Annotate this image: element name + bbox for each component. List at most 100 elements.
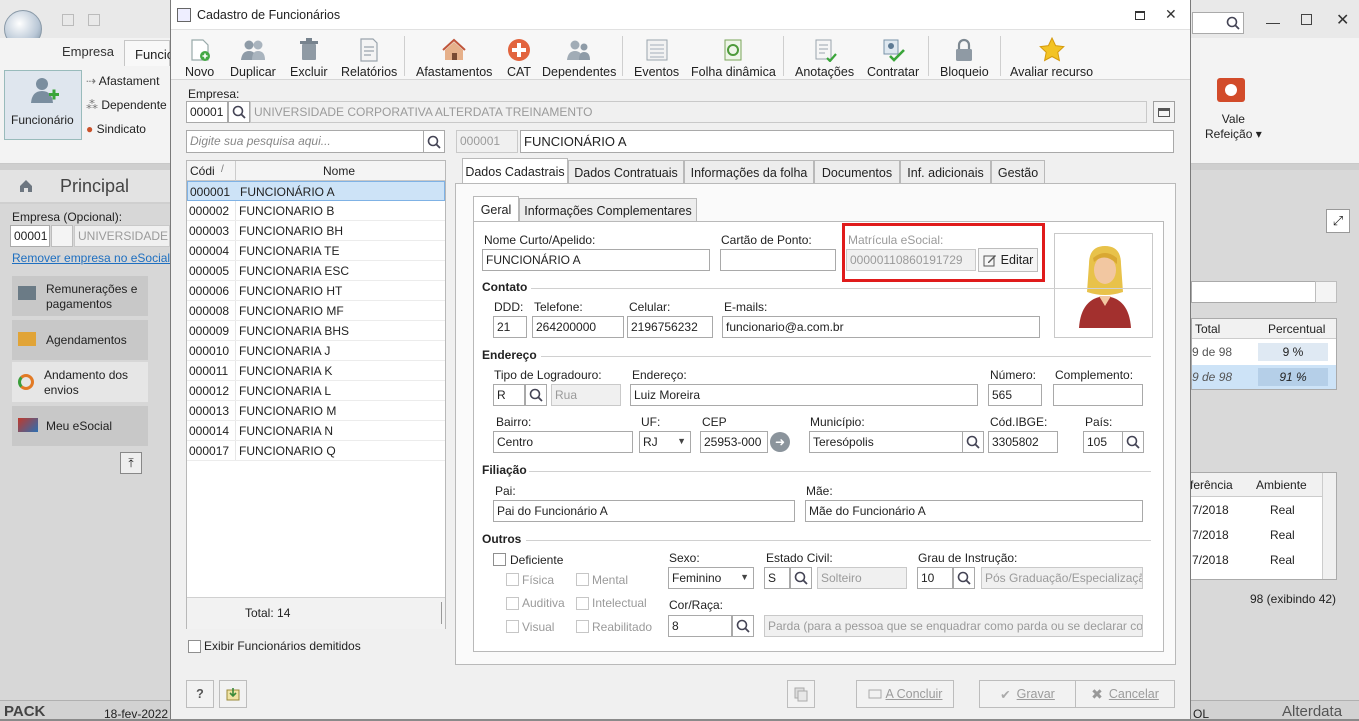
pais-input[interactable]: 105	[1083, 431, 1123, 453]
estado-civil-search-button[interactable]	[790, 567, 812, 589]
ribbon-item-sindicato[interactable]: ● Sindicato	[86, 122, 146, 136]
table-row[interactable]: 000004 FUNCIONARIA TE	[187, 241, 445, 261]
table-row[interactable]: 000013 FUNCIONARIO M	[187, 401, 445, 421]
afastamentos-button[interactable]: Afastamentos	[416, 33, 492, 79]
cor-raca-input[interactable]: 8	[668, 615, 732, 637]
table-row[interactable]: 000002 FUNCIONARIO B	[187, 201, 445, 221]
fisica-checkbox[interactable]	[506, 573, 519, 586]
contratar-button[interactable]: Contratar	[867, 33, 919, 79]
upload-icon[interactable]: ⤒	[120, 452, 142, 474]
close-icon[interactable]: ✕	[1165, 6, 1177, 23]
duplicar-button[interactable]: Duplicar	[230, 33, 276, 79]
sexo-select[interactable]: Feminino ▼	[668, 567, 754, 589]
photo-frame[interactable]	[1054, 233, 1153, 338]
visual-checkbox[interactable]	[506, 620, 519, 633]
excluir-button[interactable]: Excluir	[290, 33, 328, 79]
tab-documentos[interactable]: Documentos	[814, 160, 900, 184]
side-menu-meu-esocial[interactable]: Meu eSocial	[12, 406, 148, 446]
tab-informacoes-folha[interactable]: Informações da folha	[684, 160, 814, 184]
calendar-icon[interactable]	[1153, 101, 1175, 123]
municipio-search-button[interactable]	[962, 431, 984, 453]
remove-empresa-link[interactable]: Remover empresa no eSocial	[12, 251, 170, 265]
cor-raca-search-button[interactable]	[732, 615, 754, 637]
side-menu-andamento[interactable]: Andamento dos envios	[12, 362, 148, 402]
ribbon-item-dependentes[interactable]: ⁂ Dependente	[86, 98, 167, 112]
employee-search-button[interactable]	[423, 130, 445, 153]
pai-input[interactable]: Pai do Funcionário A	[493, 500, 795, 522]
table-row[interactable]: 000017 FUNCIONARIO Q	[187, 441, 445, 461]
empresa-search-button[interactable]	[228, 101, 250, 123]
nome-input[interactable]: FUNCIONÁRIO A	[482, 249, 710, 271]
bg-empresa-code[interactable]: 00001	[10, 225, 50, 247]
export-button[interactable]	[219, 680, 247, 708]
grau-input[interactable]: 10	[917, 567, 953, 589]
tab-gestao[interactable]: Gestão	[991, 160, 1045, 184]
restore-icon[interactable]	[1301, 14, 1312, 25]
cartao-input[interactable]	[720, 249, 836, 271]
pais-search-button[interactable]	[1122, 431, 1144, 453]
close-app-icon[interactable]: ✕	[1336, 10, 1349, 30]
table-row[interactable]: 000006 FUNCIONARIO HT	[187, 281, 445, 301]
cep-input[interactable]: 25953-000	[700, 431, 768, 453]
tab-dados-cadastrais[interactable]: Dados Cadastrais	[462, 158, 568, 184]
folha-dinamica-button[interactable]: Folha dinâmica	[691, 33, 776, 79]
uf-select[interactable]: RJ ▼	[639, 431, 691, 453]
telefone-input[interactable]: 264200000	[532, 316, 624, 338]
table-row[interactable]: 000008 FUNCIONARIO MF	[187, 301, 445, 321]
ribbon-tab-empresa[interactable]: Empresa	[62, 44, 114, 59]
table-row[interactable]: 000005 FUNCIONARIA ESC	[187, 261, 445, 281]
scrollbar[interactable]	[1322, 473, 1336, 579]
search-icon[interactable]	[1315, 281, 1337, 303]
deficiente-checkbox[interactable]	[493, 553, 506, 566]
bairro-input[interactable]: Centro	[493, 431, 633, 453]
tipo-logradouro-input[interactable]: R	[493, 384, 525, 406]
eventos-button[interactable]: Eventos	[634, 33, 679, 79]
endereco-input[interactable]: Luiz Moreira	[630, 384, 978, 406]
relatorios-button[interactable]: Relatórios	[341, 33, 397, 79]
grid-header-name[interactable]: Nome	[323, 164, 355, 178]
restore-icon[interactable]	[1135, 11, 1145, 20]
grid-header-code[interactable]: Códi	[190, 164, 215, 178]
tipo-search-button[interactable]	[525, 384, 547, 406]
auditiva-checkbox[interactable]	[506, 597, 519, 610]
subtab-geral[interactable]: Geral	[473, 196, 519, 222]
side-menu-agendamentos[interactable]: Agendamentos	[12, 320, 148, 360]
subtab-informacoes-complementares[interactable]: Informações Complementares	[519, 198, 697, 222]
numero-input[interactable]: 565	[988, 384, 1042, 406]
gravar-button[interactable]: ✔ Gravar	[979, 680, 1076, 708]
employee-search-input[interactable]: Digite sua pesquisa aqui...	[186, 130, 424, 153]
email-input[interactable]: funcionario@a.com.br	[722, 316, 1040, 338]
quick-access-icon[interactable]	[88, 14, 100, 26]
mae-input[interactable]: Mãe do Funcionário A	[805, 500, 1143, 522]
ddd-input[interactable]: 21	[493, 316, 527, 338]
cancelar-button[interactable]: ✖ Cancelar	[1075, 680, 1175, 708]
mental-checkbox[interactable]	[576, 573, 589, 586]
concluir-button[interactable]: A Concluir	[856, 680, 954, 708]
table-row[interactable]: 000011 FUNCIONARIA K	[187, 361, 445, 381]
bloqueio-button[interactable]: Bloqueio	[940, 33, 989, 79]
table-row[interactable]: 000010 FUNCIONARIA J	[187, 341, 445, 361]
avaliar-recurso-button[interactable]: Avaliar recurso	[1010, 33, 1093, 79]
novo-button[interactable]: Novo	[185, 33, 214, 79]
quick-access-icon[interactable]	[62, 14, 74, 26]
anotacoes-button[interactable]: Anotações	[795, 33, 854, 79]
estado-civil-input[interactable]: S	[764, 567, 790, 589]
vale-refeicao-button[interactable]: Vale Refeição ▾	[1197, 76, 1267, 146]
dependentes-button[interactable]: Dependentes	[542, 33, 616, 79]
side-menu-remuneracoes[interactable]: Remunerações e pagamentos	[12, 276, 148, 316]
search-icon[interactable]	[51, 225, 73, 247]
empresa-code-input[interactable]: 00001	[186, 101, 228, 123]
tab-inf-adicionais[interactable]: Inf. adicionais	[900, 160, 991, 184]
cep-lookup-icon[interactable]: ➜	[770, 432, 790, 452]
copy-button[interactable]	[787, 680, 815, 708]
table-row[interactable]: 000014 FUNCIONARIA N	[187, 421, 445, 441]
ribbon-tab-active[interactable]: Funcio	[124, 40, 174, 66]
funcionario-ribbon-button[interactable]: Funcionário	[4, 70, 82, 140]
celular-input[interactable]: 2196756232	[627, 316, 713, 338]
ribbon-item-afastamentos[interactable]: ⇢ Afastament	[86, 74, 159, 88]
help-button[interactable]: ?	[186, 680, 214, 708]
intelectual-checkbox[interactable]	[576, 597, 589, 610]
expand-icon[interactable]: ⤢	[1326, 209, 1350, 233]
ibge-input[interactable]: 3305802	[988, 431, 1058, 453]
principal-tab[interactable]: Principal	[0, 170, 170, 202]
